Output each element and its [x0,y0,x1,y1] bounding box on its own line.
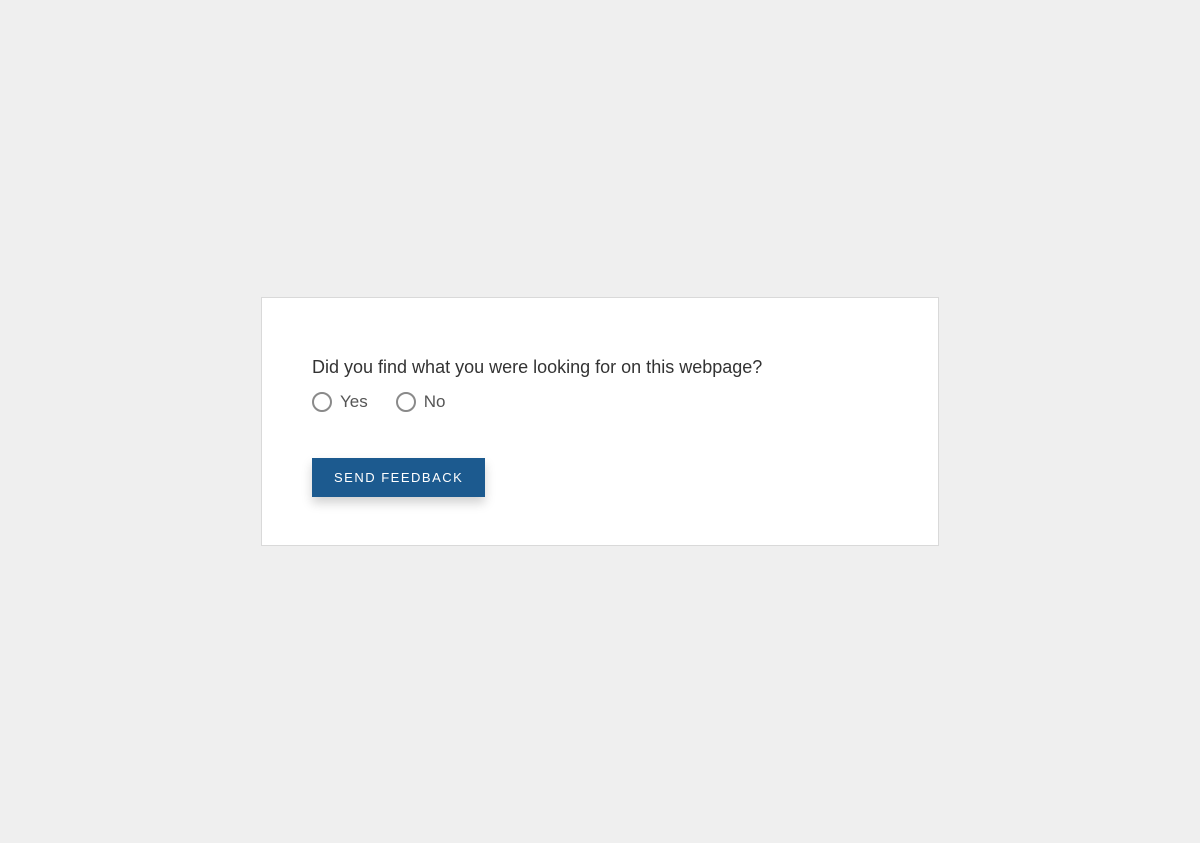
feedback-question: Did you find what you were looking for o… [312,357,888,378]
options-row: Yes No [312,392,888,412]
radio-option-yes[interactable]: Yes [312,392,368,412]
radio-label-no: No [424,392,446,412]
radio-icon [312,392,332,412]
feedback-card: Did you find what you were looking for o… [261,297,939,546]
radio-icon [396,392,416,412]
radio-option-no[interactable]: No [396,392,446,412]
radio-label-yes: Yes [340,392,368,412]
send-feedback-button[interactable]: SEND FEEDBACK [312,458,485,497]
